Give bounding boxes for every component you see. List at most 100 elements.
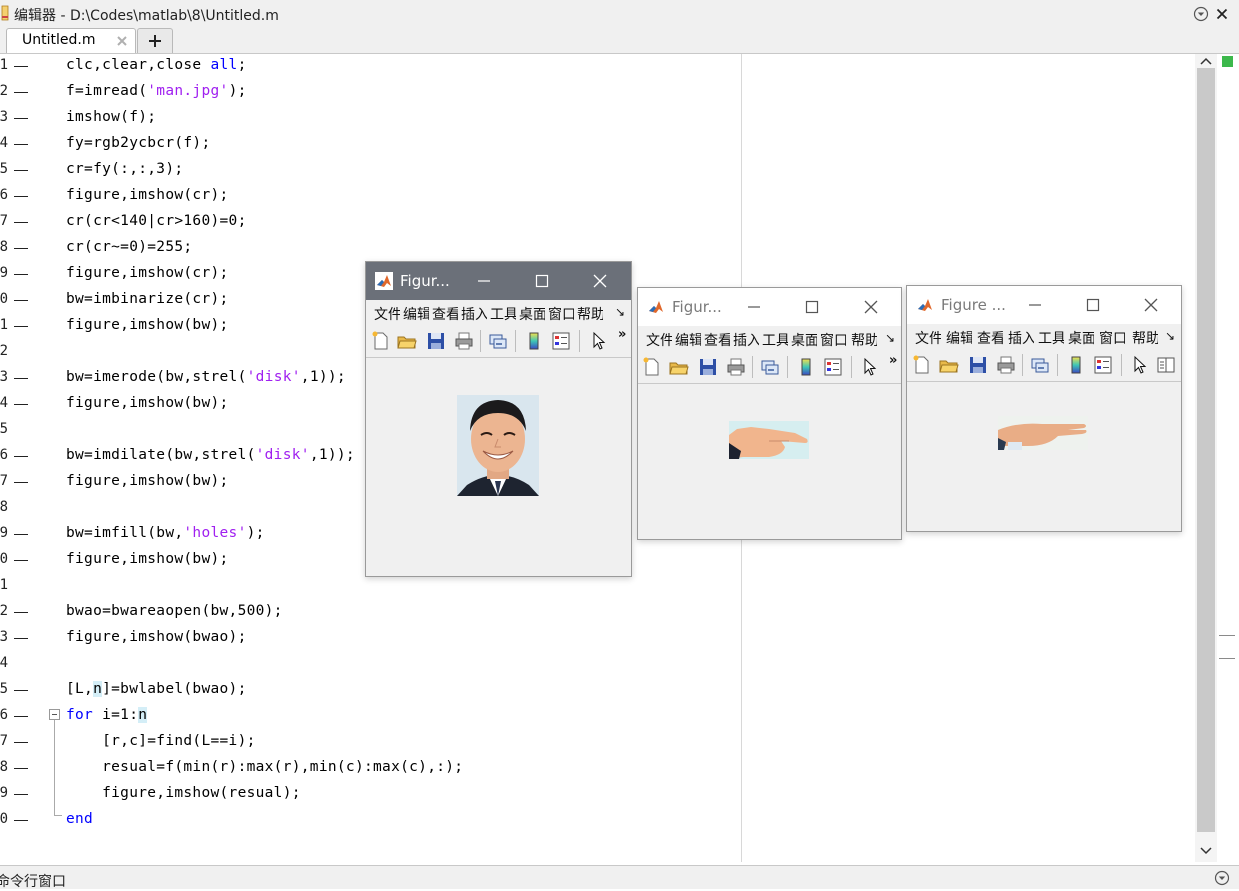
analyzer-mark[interactable]: [1219, 635, 1235, 636]
figure-window-3[interactable]: Figure ... 文件 编辑 查看 插入 工具 桌面 窗口 帮助 ↘: [906, 285, 1182, 532]
close-icon[interactable]: [863, 299, 879, 315]
new-file-icon[interactable]: [371, 331, 391, 351]
menu-overflow[interactable]: ↘: [615, 305, 625, 319]
breakpoint-marker[interactable]: [14, 534, 28, 535]
code-line[interactable]: figure,imshow(cr);: [66, 265, 229, 281]
tab-untitled-m[interactable]: Untitled.m: [6, 28, 136, 53]
code-line[interactable]: f=imread('man.jpg');: [66, 83, 247, 99]
code-line[interactable]: bw=imerode(bw,strel('disk',1));: [66, 369, 346, 385]
breakpoint-marker[interactable]: [14, 326, 28, 327]
pointer-icon[interactable]: [1130, 355, 1150, 375]
menu-edit[interactable]: 编辑: [403, 304, 429, 324]
colorbar-icon[interactable]: [524, 331, 544, 351]
breakpoint-marker[interactable]: [14, 66, 28, 67]
menu-help[interactable]: 帮助: [1132, 328, 1158, 348]
link-plot-icon[interactable]: [488, 331, 508, 351]
figure-window-1[interactable]: Figur... 文件 编辑 查看 插入 工具 桌面 窗口 帮助 ↘ »: [365, 261, 632, 577]
breakpoint-marker[interactable]: [14, 92, 28, 93]
breakpoint-marker[interactable]: [14, 404, 28, 405]
figure-canvas[interactable]: [907, 382, 1181, 531]
breakpoint-marker[interactable]: [14, 690, 28, 691]
save-icon[interactable]: [698, 357, 718, 377]
property-inspector-icon[interactable]: [1156, 355, 1176, 375]
code-line[interactable]: figure,imshow(resual);: [66, 785, 301, 801]
menu-desktop[interactable]: 桌面: [791, 330, 817, 350]
breakpoint-marker[interactable]: [14, 196, 28, 197]
breakpoint-marker[interactable]: [14, 612, 28, 613]
menu-insert[interactable]: 插入: [1008, 328, 1034, 348]
menu-overflow[interactable]: ↘: [885, 331, 895, 345]
figure-titlebar[interactable]: Figure ...: [907, 286, 1181, 324]
save-icon[interactable]: [968, 355, 988, 375]
breakpoint-marker[interactable]: [14, 300, 28, 301]
breakpoint-marker[interactable]: [14, 768, 28, 769]
menu-tools[interactable]: 工具: [762, 330, 788, 350]
colorbar-icon[interactable]: [1066, 355, 1086, 375]
link-plot-icon[interactable]: [760, 357, 780, 377]
breakpoint-marker[interactable]: [14, 820, 28, 821]
minimize-icon[interactable]: [746, 299, 762, 315]
menu-window[interactable]: 窗口: [548, 304, 574, 324]
open-folder-icon[interactable]: [939, 355, 959, 375]
breakpoint-marker[interactable]: [14, 144, 28, 145]
colorbar-icon[interactable]: [796, 357, 816, 377]
maximize-icon[interactable]: [1085, 297, 1101, 313]
minimize-icon[interactable]: [1027, 297, 1043, 313]
close-tab-icon[interactable]: [115, 34, 129, 48]
print-icon[interactable]: [454, 331, 474, 351]
code-line[interactable]: cr=fy(:,:,3);: [66, 161, 183, 177]
breakpoint-marker[interactable]: [14, 794, 28, 795]
figure-canvas[interactable]: [366, 358, 631, 576]
code-line[interactable]: bw=imbinarize(cr);: [66, 291, 229, 307]
code-line[interactable]: figure,imshow(cr);: [66, 187, 229, 203]
figure-canvas[interactable]: [638, 384, 901, 539]
code-line[interactable]: figure,imshow(bwao);: [66, 629, 247, 645]
menu-help[interactable]: 帮助: [577, 304, 603, 324]
maximize-icon[interactable]: [804, 299, 820, 315]
maximize-icon[interactable]: [534, 273, 550, 289]
breakpoint-marker[interactable]: [14, 274, 28, 275]
open-folder-icon[interactable]: [669, 357, 689, 377]
scroll-down-arrow-icon[interactable]: [1195, 844, 1217, 858]
code-line[interactable]: [L,n]=bwlabel(bwao);: [66, 681, 247, 697]
code-line[interactable]: for i=1:n: [66, 707, 148, 723]
code-fold-toggle[interactable]: [49, 709, 60, 720]
code-line[interactable]: [r,c]=find(L==i);: [66, 733, 256, 749]
legend-icon[interactable]: [823, 357, 843, 377]
code-line[interactable]: cr(cr<140|cr>160)=0;: [66, 213, 247, 229]
code-line[interactable]: figure,imshow(bw);: [66, 317, 229, 333]
toolbar-overflow[interactable]: »: [889, 353, 897, 368]
vertical-scrollbar[interactable]: [1195, 54, 1217, 862]
scrollbar-thumb[interactable]: [1197, 68, 1215, 832]
code-line[interactable]: bw=imdilate(bw,strel('disk',1));: [66, 447, 355, 463]
code-line[interactable]: fy=rgb2ycbcr(f);: [66, 135, 210, 151]
breakpoint-marker[interactable]: [14, 638, 28, 639]
breakpoint-marker[interactable]: [14, 222, 28, 223]
code-line[interactable]: figure,imshow(bw);: [66, 551, 229, 567]
menu-tools[interactable]: 工具: [490, 304, 516, 324]
menu-file[interactable]: 文件: [646, 330, 672, 350]
figure-titlebar[interactable]: Figur...: [366, 262, 631, 300]
new-file-icon[interactable]: [912, 355, 932, 375]
menu-insert[interactable]: 插入: [461, 304, 487, 324]
figure-titlebar[interactable]: Figur...: [638, 288, 901, 326]
menu-desktop[interactable]: 桌面: [1068, 328, 1094, 348]
code-line[interactable]: cr(cr~=0)=255;: [66, 239, 192, 255]
add-tab-button[interactable]: [137, 28, 173, 53]
window-options-icon[interactable]: [1193, 6, 1209, 22]
close-icon[interactable]: [1143, 297, 1159, 313]
breakpoint-marker[interactable]: [14, 118, 28, 119]
new-file-icon[interactable]: [642, 357, 662, 377]
code-line[interactable]: figure,imshow(bw);: [66, 395, 229, 411]
analyzer-mark[interactable]: [1219, 658, 1235, 659]
code-line[interactable]: resual=f(min(r):max(r),min(c):max(c),:);: [66, 759, 463, 775]
pointer-icon[interactable]: [860, 357, 880, 377]
code-analyzer-status-indicator[interactable]: [1222, 56, 1233, 67]
breakpoint-marker[interactable]: [14, 248, 28, 249]
code-line[interactable]: clc,clear,close all;: [66, 57, 247, 73]
code-line[interactable]: imshow(f);: [66, 109, 156, 125]
menu-view[interactable]: 查看: [977, 328, 1003, 348]
menu-window[interactable]: 窗口: [1099, 328, 1125, 348]
close-editor-icon[interactable]: [1214, 6, 1230, 22]
breakpoint-marker[interactable]: [14, 378, 28, 379]
